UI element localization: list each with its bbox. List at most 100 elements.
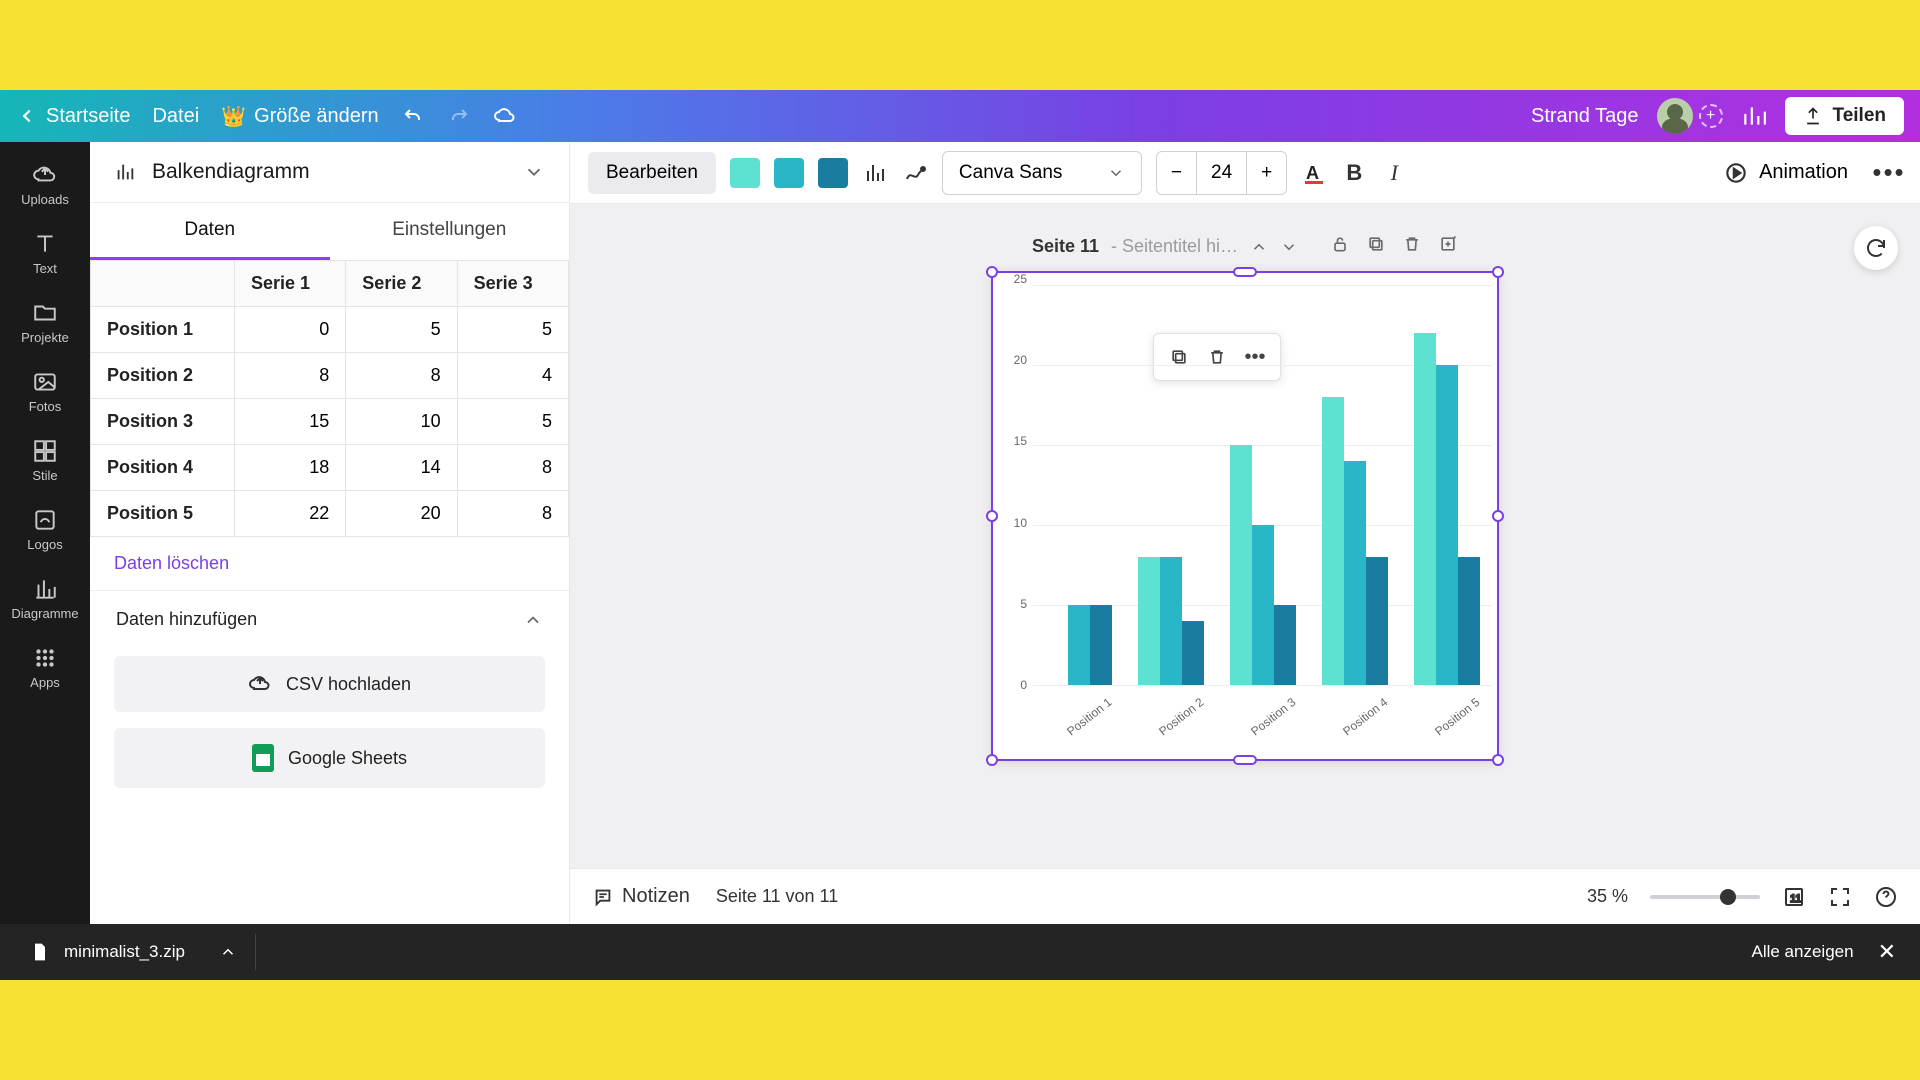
row-label[interactable]: Position 3: [91, 399, 235, 445]
chart-bar[interactable]: [1366, 557, 1388, 685]
chart-bar[interactable]: [1252, 525, 1274, 685]
table-header[interactable]: Serie 3: [457, 261, 568, 307]
delete-page-icon[interactable]: [1402, 234, 1422, 259]
data-cell[interactable]: 14: [346, 445, 457, 491]
chart-bar[interactable]: [1230, 445, 1252, 685]
row-label[interactable]: Position 5: [91, 491, 235, 537]
chevron-up-icon[interactable]: [219, 943, 237, 961]
data-cell[interactable]: 15: [234, 399, 345, 445]
smooth-line-icon[interactable]: [902, 160, 928, 186]
nav-apps[interactable]: Apps: [0, 635, 90, 700]
lock-page-icon[interactable]: [1330, 234, 1350, 259]
back-home-button[interactable]: Startseite: [16, 105, 130, 128]
data-cell[interactable]: 22: [234, 491, 345, 537]
tab-data[interactable]: Daten: [90, 203, 330, 260]
nav-logos[interactable]: Logos: [0, 497, 90, 562]
font-size-increase[interactable]: +: [1247, 152, 1286, 194]
chart-bar[interactable]: [1414, 333, 1436, 685]
redo-button[interactable]: [447, 104, 471, 128]
data-cell[interactable]: 8: [346, 353, 457, 399]
nav-uploads[interactable]: Uploads: [0, 152, 90, 217]
add-member-button[interactable]: +: [1699, 104, 1723, 128]
upload-csv-button[interactable]: CSV hochladen: [114, 656, 545, 712]
slider-thumb[interactable]: [1720, 889, 1736, 905]
help-icon[interactable]: [1874, 885, 1898, 909]
canvas-area[interactable]: Seite 11 - Seitentitel hi…: [570, 204, 1920, 868]
chart-bar[interactable]: [1090, 605, 1112, 685]
clear-data-button[interactable]: Daten löschen: [90, 537, 569, 591]
cloud-sync-icon[interactable]: [493, 104, 517, 128]
nav-styles[interactable]: Stile: [0, 428, 90, 493]
show-all-downloads-button[interactable]: Alle anzeigen: [1751, 942, 1853, 962]
file-menu-button[interactable]: Datei: [152, 105, 199, 128]
undo-button[interactable]: [401, 104, 425, 128]
project-title[interactable]: Strand Tage: [1531, 105, 1639, 128]
refresh-button[interactable]: [1854, 226, 1898, 270]
row-label[interactable]: Position 1: [91, 307, 235, 353]
chevron-down-icon[interactable]: [1280, 238, 1298, 256]
add-page-icon[interactable]: [1438, 234, 1458, 259]
font-size-decrease[interactable]: −: [1157, 152, 1196, 194]
chart-bar[interactable]: [1458, 557, 1480, 685]
data-cell[interactable]: 4: [457, 353, 568, 399]
data-cell[interactable]: 0: [234, 307, 345, 353]
chevron-up-icon[interactable]: [1250, 238, 1268, 256]
chart-bar[interactable]: [1436, 365, 1458, 685]
row-label[interactable]: Position 2: [91, 353, 235, 399]
page-title-placeholder[interactable]: - Seitentitel hi…: [1111, 236, 1238, 257]
data-cell[interactable]: 5: [346, 307, 457, 353]
resize-handle[interactable]: [1492, 754, 1504, 766]
fullscreen-icon[interactable]: [1828, 885, 1852, 909]
row-label[interactable]: Position 4: [91, 445, 235, 491]
text-color-button[interactable]: A: [1301, 160, 1327, 186]
chart-settings-icon[interactable]: [862, 160, 888, 186]
more-options-button[interactable]: •••: [1876, 160, 1902, 186]
table-header[interactable]: [91, 261, 235, 307]
chart-type-selector[interactable]: Balkendiagramm: [90, 142, 569, 203]
data-cell[interactable]: 20: [346, 491, 457, 537]
font-family-select[interactable]: Canva Sans: [942, 151, 1142, 195]
chart-bar[interactable]: [1138, 557, 1160, 685]
color-swatch-2[interactable]: [774, 158, 804, 188]
chart-bar[interactable]: [1182, 621, 1204, 685]
resize-handle[interactable]: [1233, 755, 1257, 765]
add-data-section-header[interactable]: Daten hinzufügen: [90, 591, 569, 648]
data-cell[interactable]: 10: [346, 399, 457, 445]
insights-button[interactable]: [1741, 103, 1767, 129]
data-cell[interactable]: 18: [234, 445, 345, 491]
chart-bar[interactable]: [1344, 461, 1366, 685]
nav-projects[interactable]: Projekte: [0, 290, 90, 355]
font-size-value[interactable]: 24: [1196, 152, 1247, 194]
chart-bar[interactable]: [1160, 557, 1182, 685]
data-cell[interactable]: 8: [457, 445, 568, 491]
animation-button[interactable]: Animation: [1723, 160, 1848, 186]
data-cell[interactable]: 8: [234, 353, 345, 399]
data-cell[interactable]: 8: [457, 491, 568, 537]
resize-handle[interactable]: [1233, 267, 1257, 277]
nav-text[interactable]: Text: [0, 221, 90, 286]
chart-bar[interactable]: [1322, 397, 1344, 685]
zoom-slider[interactable]: [1650, 895, 1760, 899]
bold-button[interactable]: B: [1341, 160, 1367, 186]
chart-bar[interactable]: [1068, 605, 1090, 685]
table-header[interactable]: Serie 1: [234, 261, 345, 307]
edit-button[interactable]: Bearbeiten: [588, 152, 716, 194]
color-swatch-1[interactable]: [730, 158, 760, 188]
duplicate-page-icon[interactable]: [1366, 234, 1386, 259]
nav-charts[interactable]: Diagramme: [0, 566, 90, 631]
chart-bar[interactable]: [1274, 605, 1296, 685]
chart-element[interactable]: ••• 2520151050 Position 1Position 2Posit…: [991, 271, 1499, 761]
zoom-level[interactable]: 35 %: [1587, 886, 1628, 907]
data-cell[interactable]: 5: [457, 399, 568, 445]
resize-handle[interactable]: [986, 266, 998, 278]
download-item[interactable]: minimalist_3.zip: [24, 934, 256, 970]
nav-photos[interactable]: Fotos: [0, 359, 90, 424]
share-button[interactable]: Teilen: [1785, 97, 1905, 135]
avatar[interactable]: [1657, 98, 1693, 134]
resize-handle[interactable]: [986, 510, 998, 522]
close-downloads-icon[interactable]: ✕: [1878, 939, 1896, 965]
notes-button[interactable]: Notizen: [592, 885, 690, 908]
italic-button[interactable]: I: [1381, 160, 1407, 186]
resize-button[interactable]: 👑 Größe ändern: [221, 104, 378, 129]
data-cell[interactable]: 5: [457, 307, 568, 353]
